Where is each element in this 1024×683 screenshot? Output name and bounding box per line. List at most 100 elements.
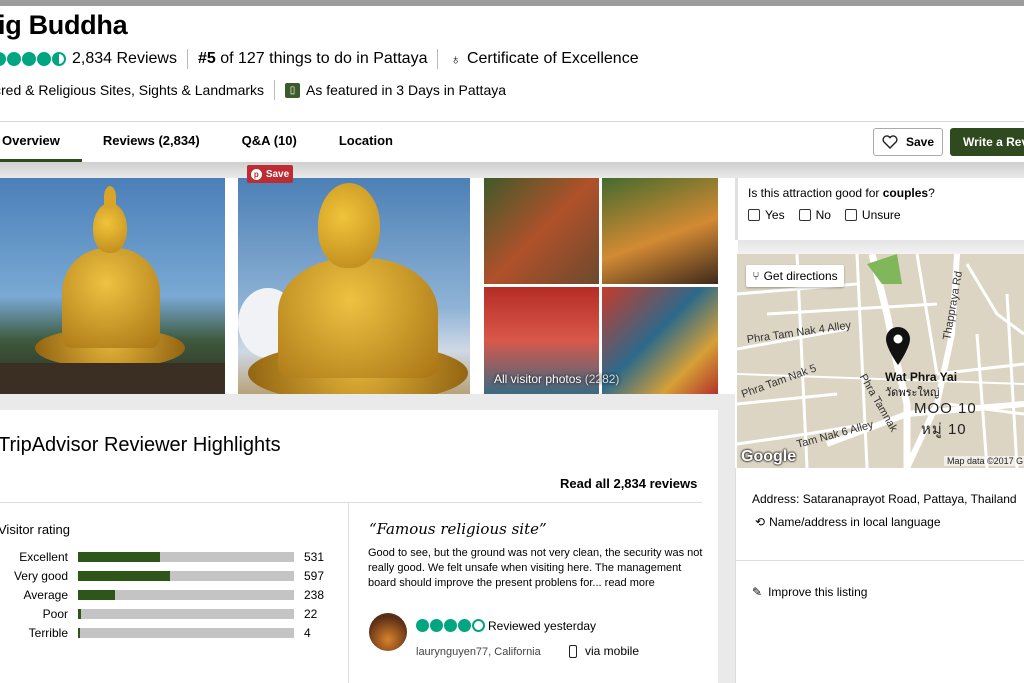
all-photos-link[interactable]: All visitor photos (2282) [494, 372, 619, 386]
save-button[interactable]: Save [873, 128, 943, 156]
tab-qa[interactable]: Q&A (10) [221, 122, 318, 162]
gallery-photo-naga[interactable] [602, 178, 718, 284]
rating-bar-fill [78, 590, 115, 600]
rank-number[interactable]: #5 [198, 50, 216, 68]
rating-bar-fill [78, 552, 160, 562]
rating-bar-track [78, 552, 294, 562]
tab-bar: Overview Reviews (2,834) Q&A (10) Locati… [0, 122, 414, 162]
bubble-icon [472, 619, 485, 632]
option-unsure[interactable]: Unsure [844, 208, 901, 222]
option-yes[interactable]: Yes [748, 208, 785, 222]
review-title[interactable]: “Famous religious site” [369, 520, 547, 538]
rating-row[interactable]: Average 238 [0, 588, 325, 602]
tab-location[interactable]: Location [318, 122, 414, 162]
bubble-icon [0, 52, 6, 66]
pin-save-label: Save [265, 168, 290, 180]
checkbox[interactable] [844, 209, 857, 221]
sidebar-border [735, 468, 736, 683]
write-review-button[interactable]: Write a Rev [950, 128, 1024, 156]
poi-name: Wat Phra Yai [885, 370, 958, 384]
option-no[interactable]: No [798, 208, 831, 222]
map-attribution[interactable]: Map data ©2017 G [944, 456, 1024, 466]
rating-bar-fill [78, 628, 80, 638]
rating-count: 238 [304, 588, 325, 602]
address-text: Address: Sataranaprayot Road, Pattaya, T… [752, 492, 1017, 506]
rating-bar-fill [78, 609, 81, 619]
map-pin-icon[interactable] [885, 326, 911, 366]
sidebar-divider [736, 560, 1024, 561]
couples-question: Is this attraction good for couples? [748, 186, 935, 200]
photo-big-buddha-1[interactable] [0, 178, 225, 394]
page-title: ig Buddha [0, 10, 128, 40]
save-label: Save [905, 135, 935, 149]
read-more-link[interactable]: read more [605, 577, 655, 589]
categories-text[interactable]: cred & Religious Sites, Sights & Landmar… [0, 82, 264, 98]
bubble-icon [22, 52, 36, 66]
guide-book-icon: ▯ [285, 82, 301, 98]
visitor-rating-title: Visitor rating [0, 522, 71, 537]
improve-listing-link[interactable]: ✎ Improve this listing [752, 585, 867, 599]
column-divider [348, 503, 349, 683]
read-all-reviews-link[interactable]: Read all 2,834 reviews [560, 476, 697, 491]
rating-row[interactable]: Very good 597 [0, 569, 324, 583]
bubble-icon [37, 52, 51, 66]
option-label: Yes [765, 208, 785, 222]
category-row: cred & Religious Sites, Sights & Landmar… [0, 80, 506, 100]
all-photos-label: All visitor photos [494, 372, 582, 386]
poi-name-thai: วัดพระใหญ่ [885, 387, 940, 399]
local-language-link[interactable]: ⟲ Name/address in local language [755, 515, 941, 529]
divider [186, 49, 188, 69]
rating-label: Excellent [19, 550, 68, 564]
rating-row[interactable]: Poor 22 [0, 607, 318, 621]
reviews-count-link[interactable]: 2,834 Reviews [72, 50, 177, 68]
checkbox[interactable] [748, 209, 760, 221]
via-mobile: via mobile [569, 644, 639, 658]
reviewer-name[interactable]: laurynguyen77, California [416, 646, 541, 658]
question-mark: ? [928, 186, 935, 200]
tab-overview[interactable]: Overview [0, 122, 82, 162]
rating-bar-track [78, 590, 294, 600]
via-label: via mobile [585, 644, 640, 658]
review-body: Good to see, but the ground was not very… [368, 546, 708, 591]
photo-gallery[interactable]: All visitor photos (2282) [484, 178, 718, 394]
divider [437, 49, 439, 69]
pencil-icon: ✎ [752, 585, 763, 599]
pinterest-icon: p [250, 168, 262, 180]
bubble-icon [7, 52, 21, 66]
review-date: Reviewed yesterday [488, 619, 597, 633]
rating-count: 4 [304, 626, 311, 640]
refresh-icon: ⟲ [755, 515, 766, 529]
highlights-title: TripAdvisor Reviewer Highlights [0, 434, 281, 456]
rating-bar-track [78, 571, 294, 581]
half-bubble-icon [52, 52, 66, 66]
rating-row[interactable]: Terrible 4 [0, 626, 311, 640]
pin-save-button[interactable]: p Save [247, 165, 293, 183]
rating-count: 531 [304, 550, 325, 564]
rating-label: Terrible [28, 626, 68, 640]
google-logo: Google [741, 448, 797, 465]
bubble-icon [416, 619, 429, 632]
divider [274, 80, 276, 100]
featured-link[interactable]: As featured in 3 Days in Pattaya [306, 82, 506, 98]
photo-big-buddha-2[interactable] [238, 178, 470, 394]
heart-icon [882, 135, 898, 149]
bubble-icon [430, 619, 443, 632]
tab-reviews[interactable]: Reviews (2,834) [82, 122, 221, 162]
bubble-icon [458, 619, 471, 632]
top-edge [0, 0, 1024, 6]
content-shadow [0, 162, 1024, 178]
rating-row: 2,834 Reviews #5 of 127 things to do in … [0, 48, 639, 70]
district-label: MOO 10 [914, 400, 977, 417]
checkbox[interactable] [798, 209, 811, 221]
rank-text[interactable]: of 127 things to do in Pattaya [220, 50, 427, 68]
avatar[interactable] [369, 613, 407, 651]
improve-label: Improve this listing [768, 585, 868, 599]
section-shadow [738, 240, 1024, 254]
get-directions-button[interactable]: ⑂ Get directions [746, 265, 844, 287]
rating-bar-fill [78, 571, 170, 581]
rating-label: Very good [13, 569, 68, 583]
rating-row[interactable]: Excellent 531 [0, 550, 324, 564]
rating-count: 597 [304, 569, 325, 583]
rating-label: Average [23, 588, 68, 602]
gallery-photo-stairs[interactable] [484, 178, 599, 284]
